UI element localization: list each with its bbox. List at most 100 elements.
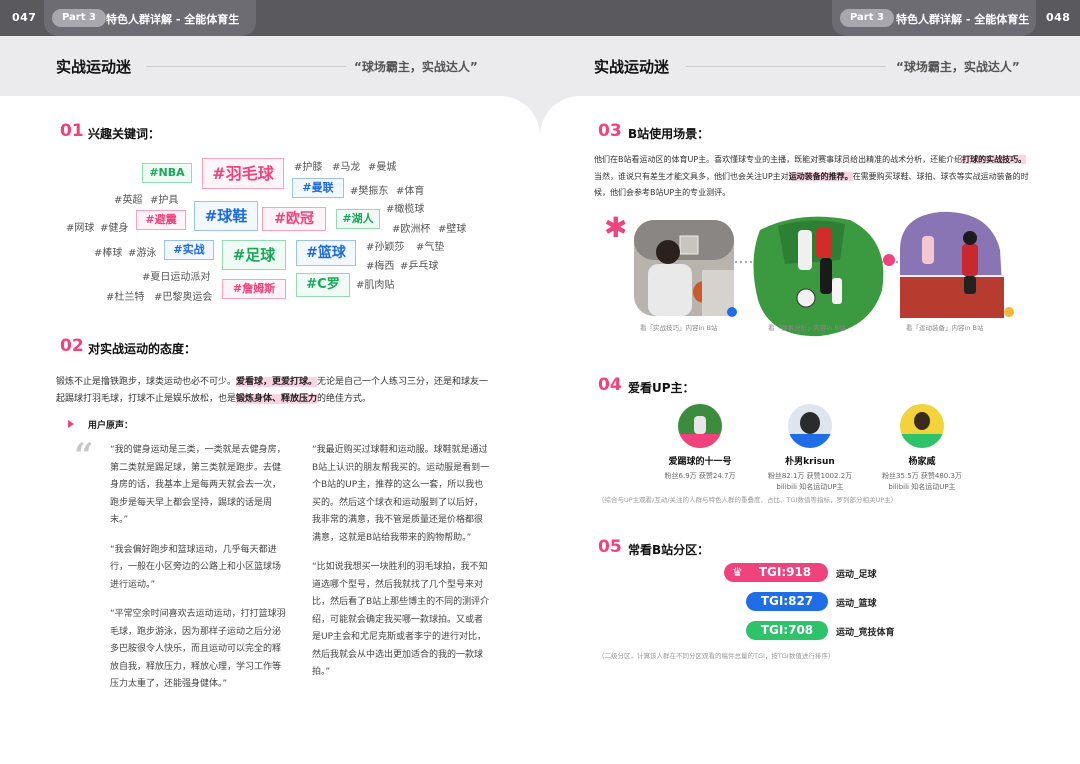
quotes-column-1: “我的健身运动是三类，一类就是去健身房，第二类就是踢足球，第三类就是跑步。去健身… <box>110 442 288 706</box>
keyword-tag-boxed: #湖人 <box>336 209 380 229</box>
keyword-tag: #棒球 <box>94 248 123 259</box>
keyword-tag: #马龙 <box>332 162 361 173</box>
keyword-tag-boxed: #避震 <box>136 210 186 230</box>
uploader-name: 朴男krisun <box>785 457 835 467</box>
tgi-category-1: 运动_足球 <box>836 570 877 580</box>
uploader-name: 爱踢球的十一号 <box>668 457 732 467</box>
right-page-number: 048 <box>1046 11 1071 24</box>
keyword-tag-boxed: #篮球 <box>296 240 356 266</box>
s01-number: 01 <box>60 121 84 141</box>
crown-icon: ♛ <box>732 565 743 579</box>
photo-basketball <box>634 220 734 316</box>
tgi-bar-2: TGI:827 <box>746 592 828 611</box>
keyword-tag: #夏日运动派对 <box>142 272 211 283</box>
left-page-number: 047 <box>12 11 37 24</box>
s03-para-b: 当然，谁说只有差生才能文具多，他们也会关注UP主对 <box>594 171 789 181</box>
uploader-1[interactable]: 爱踢球的十一号 粉丝6.9万 获赞24.7万 <box>640 404 760 482</box>
s03-title: B站使用场景： <box>628 127 710 141</box>
keyword-tag: #护膝 <box>294 162 323 173</box>
keyword-tag: #梅西 <box>366 261 395 272</box>
left-part-pill: Part 3 <box>52 9 106 27</box>
keyword-tag-boxed: #球鞋 <box>194 201 258 231</box>
keyword-tag-boxed: #羽毛球 <box>202 158 284 189</box>
s02-para-a: 锻炼不止是撸铁跑步，球类运动也必不可少。 <box>56 377 237 387</box>
tgi-bar-3: TGI:708 <box>746 621 828 640</box>
s03-number: 03 <box>598 121 622 141</box>
keyword-tag-boxed: #欧冠 <box>262 207 326 231</box>
s04-title: 爱看UP主： <box>628 381 695 395</box>
caption-1: 看「实战技巧」内容in B站 <box>640 324 718 332</box>
avatar <box>678 404 722 448</box>
uploader-stats: 粉丝6.9万 获赞24.7万 <box>664 472 736 480</box>
keyword-tag: #橄榄球 <box>386 204 425 215</box>
s04-number: 04 <box>598 375 622 395</box>
keyword-tag: #网球 <box>66 223 95 234</box>
scenario-photos <box>634 211 1014 337</box>
tgi-value-3: TGI:708 <box>760 623 814 637</box>
tgi-value-2: TGI:827 <box>760 594 814 608</box>
quotes-column-2: “我最近购买过球鞋和运动服。球鞋就是通过B站上认识的朋友帮我买的。运动服是看到一… <box>312 442 490 694</box>
keyword-tag-boxed: #詹姆斯 <box>222 279 286 299</box>
keyword-tag-boxed: #C罗 <box>296 273 350 297</box>
keyword-tag: #英超 <box>114 195 143 206</box>
keyword-tag: #气垫 <box>416 242 445 253</box>
uploader-stats: 粉丝35.5万 获赞480.3万 <box>882 472 962 480</box>
s01-title: 兴趣关键词： <box>88 127 161 141</box>
right-part-title: 特色人群详解 - 全能体育生 <box>896 13 1030 26</box>
photo-dot-pink <box>883 254 895 266</box>
right-section-title: 实战运动迷 <box>594 58 670 76</box>
keyword-tag: #杜兰特 <box>106 292 145 303</box>
caption-2: 看「赛事分析」内容in B站 <box>768 324 846 332</box>
uploader-name: 杨家威 <box>908 457 936 467</box>
s03-para-a: 他们在B站看运动区的体育UP主。喜欢懂球专业的主播，既能对赛事球员给出精准的战术… <box>594 155 963 164</box>
right-part-pill: Part 3 <box>840 9 894 27</box>
uploader-extra: bilibili 知名运动UP主 <box>888 483 956 491</box>
s02-title: 对实战运动的态度： <box>88 342 197 356</box>
quote-3: “平常空余时间喜欢去运动运动，打打篮球羽毛球，跑步游泳，因为那样子运动之后分泌多… <box>110 609 286 689</box>
avatar <box>788 404 832 448</box>
quote-mark-icon: “ <box>74 436 94 476</box>
header-bar: 047 Part 3 特色人群详解 - 全能体育生 Part 3 特色人群详解 … <box>0 0 1080 36</box>
uploader-extra: bilibili 知名运动UP主 <box>776 483 844 491</box>
left-section-divider <box>146 66 346 67</box>
s05-number: 05 <box>598 537 622 557</box>
caption-3: 看「运动装备」内容in B站 <box>906 324 984 332</box>
keyword-tag: #游泳 <box>128 248 157 259</box>
left-section-title: 实战运动迷 <box>56 58 132 76</box>
avatar <box>900 404 944 448</box>
photo-dot-blue <box>727 307 737 317</box>
keyword-tag: #护具 <box>150 195 179 206</box>
tgi-category-2: 运动_篮球 <box>836 599 877 609</box>
right-section-quote: “球场霸主，实战达人” <box>896 60 1020 74</box>
keyword-tag: #樊振东 <box>350 186 389 197</box>
keyword-tag: #乒乓球 <box>400 261 439 272</box>
quote-5: “比如说我想买一块胜利的羽毛球拍，我不知道选哪个型号，然后我就找了几个型号来对比… <box>312 562 490 677</box>
quote-2: “我会偏好跑步和篮球运动，几乎每天都进行，一般在小区旁边的公路上和小区篮球场进行… <box>110 544 282 590</box>
uploader-3[interactable]: 杨家威 粉丝35.5万 获赞480.3万 bilibili 知名运动UP主 <box>862 404 982 493</box>
s03-highlight-2: 运动装备的推荐。 <box>788 171 853 181</box>
s05-note: （二级分区，计算该人群在不同分区观看的稿件总量的TGI，按TGI数值进行排序） <box>598 652 835 660</box>
keyword-tag: #肌肉贴 <box>356 280 395 291</box>
keyword-tag: #欧洲杯 <box>392 224 431 235</box>
quote-1: “我的健身运动是三类，一类就是去健身房，第二类就是踢足球，第三类就是跑步。去健身… <box>110 445 286 525</box>
keyword-tag: #孙颖莎 <box>366 242 405 253</box>
s02-para-c: 的绝佳方式。 <box>317 394 372 404</box>
s02-number: 02 <box>60 336 84 356</box>
keyword-tag: #曼城 <box>368 162 397 173</box>
s03-paragraph: 他们在B站看运动区的体育UP主。喜欢懂球专业的主播，既能对赛事球员给出精准的战术… <box>594 152 1030 202</box>
keyword-tag: #健身 <box>100 223 129 234</box>
voice-label: 用户原声： <box>88 421 134 431</box>
quote-4: “我最近购买过球鞋和运动服。球鞋就是通过B站上认识的朋友帮我买的。运动服是看到一… <box>312 445 490 543</box>
s04-note: （综合与UP主观看/互动/关注的人群与特色人群的重叠度、占比、TGI数值等指标，… <box>598 496 898 504</box>
voice-marker-icon <box>68 420 74 428</box>
uploader-stats: 粉丝82.1万 获赞1002.2万 <box>767 472 853 480</box>
keyword-tag-boxed: #NBA <box>142 163 192 183</box>
keyword-tag: #巴黎奥运会 <box>154 292 213 303</box>
left-section-quote: “球场霸主，实战达人” <box>354 60 478 74</box>
tgi-value-1: TGI:918 <box>758 565 812 579</box>
photo-football <box>753 216 884 337</box>
s02-highlight-1: 爱看球，更爱打球。 <box>236 377 318 387</box>
s05-title: 常看B站分区： <box>628 543 710 557</box>
uploader-2[interactable]: 朴男krisun 粉丝82.1万 获赞1002.2万 bilibili 知名运动… <box>750 404 870 493</box>
s03-highlight-1: 打球的实战技巧。 <box>962 155 1027 164</box>
